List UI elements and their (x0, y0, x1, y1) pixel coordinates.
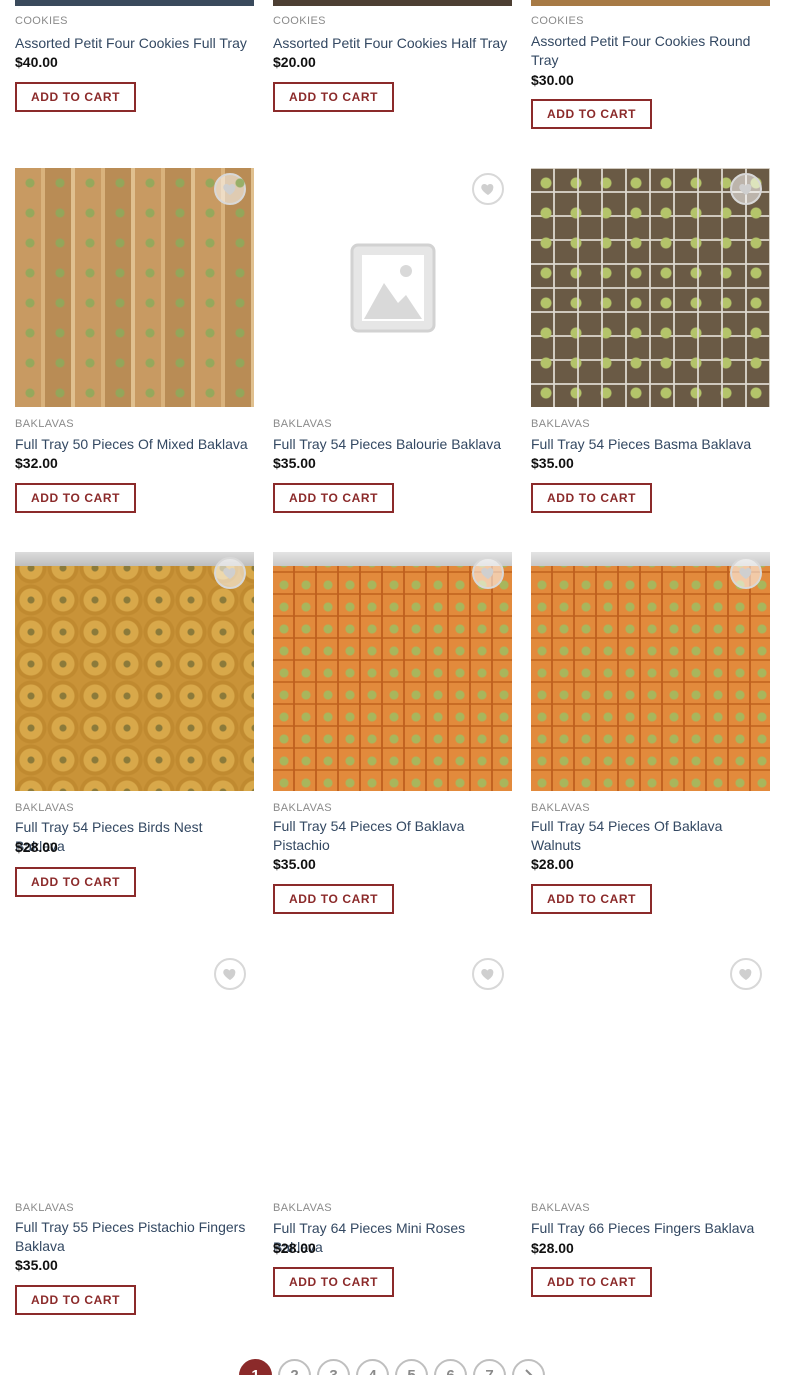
product-price: $28.00 (273, 1240, 316, 1256)
product-title-link[interactable]: Full Tray 50 Pieces Of Mixed Baklava (15, 435, 254, 454)
wishlist-button[interactable] (214, 958, 246, 990)
product-image[interactable] (531, 168, 770, 407)
product-title-link[interactable]: Full Tray 54 Pieces Of Baklava Walnuts (531, 817, 770, 855)
wishlist-button[interactable] (730, 557, 762, 589)
product-title-link[interactable]: Full Tray 54 Pieces Basma Baklava (531, 435, 770, 454)
product-title-link[interactable]: Assorted Petit Four Cookies Round Tray (531, 32, 770, 70)
product-image[interactable] (273, 0, 512, 6)
product-price: $28.00 (531, 856, 574, 872)
add-to-cart-button[interactable]: ADD TO CART (15, 483, 137, 513)
product-category: BAKLAVAS (273, 802, 333, 814)
wishlist-button[interactable] (214, 557, 246, 589)
product-image[interactable] (273, 552, 512, 791)
product-price: $40.00 (15, 54, 58, 70)
page-link[interactable]: 3 (317, 1359, 350, 1375)
product-price: $35.00 (531, 455, 574, 471)
product-image[interactable] (15, 953, 254, 1192)
add-to-cart-button[interactable]: ADD TO CART (531, 483, 653, 513)
next-page-button[interactable] (512, 1359, 545, 1375)
heart-icon (481, 184, 494, 195)
add-to-cart-button[interactable]: ADD TO CART (15, 82, 137, 112)
heart-icon (481, 568, 494, 579)
wishlist-button[interactable] (472, 557, 504, 589)
page-link[interactable]: 7 (473, 1359, 506, 1375)
product-category: BAKLAVAS (531, 802, 591, 814)
wishlist-button[interactable] (472, 958, 504, 990)
product-image[interactable] (15, 0, 254, 6)
page-link[interactable]: 5 (395, 1359, 428, 1375)
product-image[interactable] (531, 953, 770, 1192)
heart-icon (223, 568, 236, 579)
product-image[interactable] (15, 168, 254, 407)
product-price: $28.00 (531, 1240, 574, 1256)
product-price: $28.00 (15, 839, 58, 855)
product-title-link[interactable]: Full Tray 55 Pieces Pistachio Fingers Ba… (15, 1218, 254, 1256)
page-link[interactable]: 2 (278, 1359, 311, 1375)
product-category: COOKIES (273, 15, 326, 27)
placeholder-image-icon (350, 243, 435, 332)
add-to-cart-button[interactable]: ADD TO CART (273, 1267, 395, 1297)
product-price: $30.00 (531, 72, 574, 88)
heart-icon (739, 568, 752, 579)
wishlist-button[interactable] (730, 958, 762, 990)
heart-icon (223, 184, 236, 195)
product-category: COOKIES (531, 15, 584, 27)
product-title-link[interactable]: Full Tray 54 Pieces Of Baklava Pistachio (273, 817, 512, 855)
add-to-cart-button[interactable]: ADD TO CART (531, 884, 653, 914)
heart-icon (739, 184, 752, 195)
product-category: BAKLAVAS (531, 418, 591, 430)
wishlist-button[interactable] (730, 173, 762, 205)
product-title-link[interactable]: Assorted Petit Four Cookies Half Tray (273, 34, 512, 53)
product-category: BAKLAVAS (15, 1202, 75, 1214)
product-category: BAKLAVAS (531, 1202, 591, 1214)
add-to-cart-button[interactable]: ADD TO CART (273, 483, 395, 513)
pagination: 1 2 3 4 5 6 7 (0, 1359, 785, 1375)
product-price: $35.00 (273, 455, 316, 471)
page-link[interactable]: 6 (434, 1359, 467, 1375)
wishlist-button[interactable] (214, 173, 246, 205)
add-to-cart-button[interactable]: ADD TO CART (273, 82, 395, 112)
heart-icon (739, 969, 752, 980)
product-price: $35.00 (15, 1257, 58, 1273)
product-title-link[interactable]: Assorted Petit Four Cookies Full Tray (15, 34, 254, 53)
add-to-cart-button[interactable]: ADD TO CART (273, 884, 395, 914)
product-price: $20.00 (273, 54, 316, 70)
wishlist-button[interactable] (472, 173, 504, 205)
add-to-cart-button[interactable]: ADD TO CART (15, 1285, 137, 1315)
product-category: BAKLAVAS (273, 1202, 333, 1214)
add-to-cart-button[interactable]: ADD TO CART (531, 1267, 653, 1297)
product-image[interactable] (531, 0, 770, 6)
product-image[interactable] (15, 552, 254, 791)
chevron-right-icon (524, 1368, 533, 1375)
product-price: $35.00 (273, 856, 316, 872)
product-category: BAKLAVAS (15, 802, 75, 814)
product-image[interactable] (273, 168, 512, 407)
heart-icon (481, 969, 494, 980)
product-image[interactable] (531, 552, 770, 791)
add-to-cart-button[interactable]: ADD TO CART (531, 99, 653, 129)
product-price: $32.00 (15, 455, 58, 471)
product-title-link[interactable]: Full Tray 54 Pieces Balourie Baklava (273, 435, 512, 454)
product-image[interactable] (273, 953, 512, 1192)
page-link[interactable]: 4 (356, 1359, 389, 1375)
product-category: COOKIES (15, 15, 68, 27)
product-category: BAKLAVAS (273, 418, 333, 430)
product-category: BAKLAVAS (15, 418, 75, 430)
heart-icon (223, 969, 236, 980)
add-to-cart-button[interactable]: ADD TO CART (15, 867, 137, 897)
page-link-current[interactable]: 1 (239, 1359, 272, 1375)
product-title-link[interactable]: Full Tray 66 Pieces Fingers Baklava (531, 1219, 770, 1238)
